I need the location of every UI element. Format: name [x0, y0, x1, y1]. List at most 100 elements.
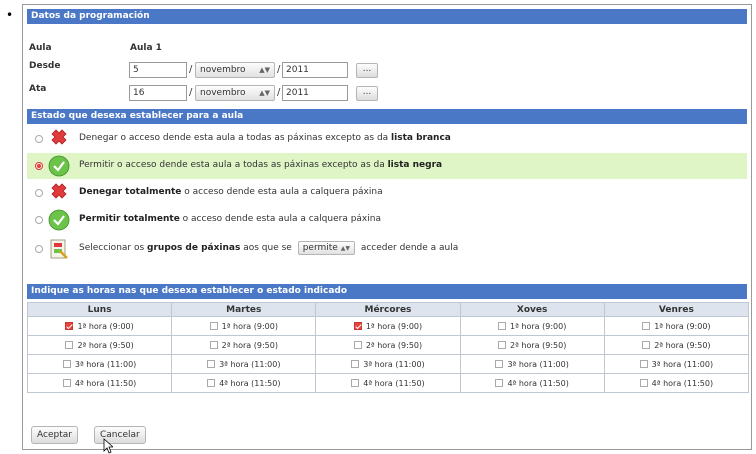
schedule-cell[interactable]: 4ª hora (11:50) [603, 373, 750, 393]
desde-month-value: novembro [200, 65, 246, 75]
schedule-cell[interactable]: 3ª hora (11:00) [459, 354, 605, 374]
hour-checkbox[interactable] [62, 379, 71, 387]
hour-label: 1ª hora (9:00) [221, 321, 278, 331]
ata-year-input[interactable]: 2011 [282, 85, 348, 101]
schedule-cell[interactable]: 3ª hora (11:00) [171, 354, 317, 374]
schedule-cell[interactable]: 4ª hora (11:50) [459, 373, 605, 393]
ata-label: Ata [29, 84, 47, 94]
hour-label: 3ª hora (11:00) [74, 359, 137, 369]
schedule-row: 4ª hora (11:50) 4ª hora (11:50) 4ª hora (1… [26, 373, 750, 393]
deny-icon [51, 129, 67, 145]
schedule-cell[interactable]: 2ª hora (9:50) [315, 335, 461, 355]
hour-checkbox[interactable] [65, 322, 74, 330]
hour-checkbox[interactable] [353, 341, 362, 349]
schedule-header-row: Luns Martes Mércores Xoves Venres [26, 302, 750, 317]
option-deny-all[interactable]: Denegar totalmente o acceso dende esta a… [27, 180, 747, 206]
hour-label: 4ª hora (11:50) [363, 378, 425, 388]
schedule-cell[interactable]: 1ª hora (9:00) [171, 316, 317, 336]
schedule-cell[interactable]: 2ª hora (9:50) [459, 335, 605, 355]
option-page-groups[interactable]: Seleccionar os grupos de páxinas aos que… [27, 236, 747, 262]
list-bullet: • [6, 8, 14, 22]
schedule-table: Luns Martes Mércores Xoves Venres 1ª hor… [26, 302, 750, 393]
schedule-row: 3ª hora (11:00) 3ª hora (11:00) 3ª hora (1… [26, 354, 750, 374]
schedule-cell[interactable]: 3ª hora (11:00) [603, 354, 750, 374]
option-text: Denegar o acceso dende esta aula a todas… [79, 133, 451, 143]
day-header: Venres [603, 302, 750, 317]
hour-checkbox[interactable] [351, 379, 360, 387]
schedule-row: 1ª hora (9:00) 1ª hora (9:00) 1ª hora (9:0… [26, 316, 750, 336]
radio-button[interactable] [35, 216, 43, 224]
hour-label: 1ª hora (9:00) [654, 321, 711, 331]
hour-label: 3ª hora (11:00) [651, 359, 714, 369]
hour-label: 3ª hora (11:00) [219, 359, 281, 369]
hour-checkbox[interactable] [639, 379, 648, 387]
hour-checkbox[interactable] [65, 341, 74, 349]
hour-checkbox[interactable] [351, 360, 360, 368]
hour-checkbox[interactable] [209, 341, 218, 349]
aula-label: Aula [29, 43, 52, 53]
hour-label: 4ª hora (11:50) [219, 378, 281, 388]
hour-checkbox[interactable] [207, 379, 216, 387]
ata-day-input[interactable]: 16 [129, 85, 187, 101]
hour-checkbox[interactable] [639, 360, 648, 368]
hour-label: 2ª hora (9:50) [77, 340, 134, 350]
hour-checkbox[interactable] [642, 322, 651, 330]
desde-calendar-button[interactable]: ... [356, 63, 378, 78]
section-header-programming: Datos da programación [27, 9, 747, 24]
schedule-cell[interactable]: 2ª hora (9:50) [603, 335, 750, 355]
date-separator: / [189, 87, 193, 98]
option-deny-except-whitelist[interactable]: Denegar o acceso dende esta aula a todas… [27, 126, 747, 152]
option-text: Permitir totalmente o acceso dende esta … [79, 214, 381, 224]
date-separator: / [189, 64, 193, 75]
hour-checkbox[interactable] [498, 322, 506, 330]
schedule-row: 2ª hora (9:50) 2ª hora (9:50) 2ª hora (9:5… [26, 335, 750, 355]
hour-checkbox[interactable] [353, 322, 362, 330]
ata-month-select[interactable]: novembro ▲▼ [195, 85, 275, 101]
date-separator: / [277, 87, 281, 98]
schedule-cell[interactable]: 1ª hora (9:00) [315, 316, 461, 336]
schedule-cell[interactable]: 4ª hora (11:50) [315, 373, 461, 393]
desde-label: Desde [29, 61, 61, 71]
hour-checkbox[interactable] [62, 360, 71, 368]
day-header: Martes [171, 302, 317, 317]
hour-checkbox[interactable] [209, 322, 218, 330]
permission-select[interactable]: permite ▲▼ [297, 241, 355, 255]
desde-month-select[interactable]: novembro ▲▼ [195, 62, 275, 78]
desde-year-input[interactable]: 2011 [282, 62, 348, 78]
option-allow-all[interactable]: Permitir totalmente o acceso dende esta … [27, 207, 747, 233]
schedule-cell[interactable]: 1ª hora (9:00) [459, 316, 605, 336]
ata-calendar-button[interactable]: ... [356, 86, 378, 101]
schedule-cell[interactable]: 3ª hora (11:00) [26, 354, 173, 374]
mouse-cursor-icon [103, 438, 113, 454]
radio-button[interactable] [35, 135, 43, 143]
desde-day-input[interactable]: 5 [129, 62, 187, 78]
aula-value: Aula 1 [130, 43, 162, 53]
schedule-cell[interactable]: 4ª hora (11:50) [26, 373, 173, 393]
cancel-button[interactable]: Cancelar [94, 426, 146, 444]
schedule-cell[interactable]: 2ª hora (9:50) [26, 335, 173, 355]
schedule-cell[interactable]: 2ª hora (9:50) [171, 335, 317, 355]
hour-label: 4ª hora (11:50) [507, 378, 569, 388]
schedule-cell[interactable]: 1ª hora (9:00) [26, 316, 173, 336]
hour-label: 1ª hora (9:00) [365, 321, 423, 331]
accept-button[interactable]: Aceptar [31, 426, 78, 444]
hour-checkbox[interactable] [495, 379, 504, 387]
schedule-cell[interactable]: 3ª hora (11:00) [315, 354, 461, 374]
hour-label: 2ª hora (9:50) [654, 340, 711, 350]
hour-checkbox[interactable] [642, 341, 651, 349]
day-header: Luns [26, 302, 173, 317]
hour-checkbox[interactable] [498, 341, 506, 349]
radio-button[interactable] [35, 189, 43, 197]
schedule-cell[interactable]: 1ª hora (9:00) [603, 316, 750, 336]
hour-label: 1ª hora (9:00) [77, 321, 134, 331]
hour-checkbox[interactable] [207, 360, 216, 368]
radio-button-selected[interactable] [35, 162, 43, 170]
hour-label: 2ª hora (9:50) [510, 340, 567, 350]
schedule-cell[interactable]: 4ª hora (11:50) [171, 373, 317, 393]
radio-button[interactable] [35, 245, 43, 253]
option-allow-except-blacklist[interactable]: Permitir o acceso dende esta aula a toda… [27, 153, 747, 179]
hour-checkbox[interactable] [495, 360, 504, 368]
deny-icon [51, 183, 67, 199]
hour-label: 4ª hora (11:50) [74, 378, 137, 388]
option-text: Denegar totalmente o acceso dende esta a… [79, 187, 383, 197]
